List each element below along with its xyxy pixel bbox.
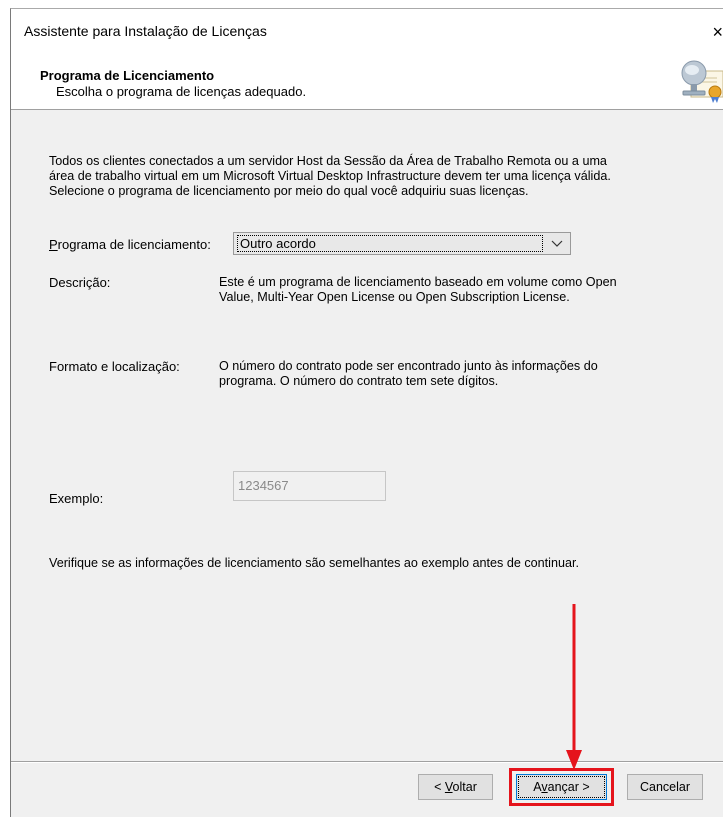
description-text: Este é um programa de licenciamento base… bbox=[219, 275, 617, 304]
highlight-box bbox=[509, 768, 614, 806]
format-text: O número do contrato pode ser encontrado… bbox=[219, 359, 598, 388]
title-bar: Assistente para Instalação de Licenças × bbox=[11, 9, 723, 51]
licensing-program-dropdown[interactable]: Outro acordo bbox=[233, 232, 571, 255]
page-subtitle: Escolha o programa de licenças adequado. bbox=[56, 84, 307, 99]
wizard-content: Todos os clientes conectados a um servid… bbox=[11, 110, 723, 817]
back-button-label: oltar bbox=[452, 780, 477, 794]
example-label: Exemplo: bbox=[49, 491, 104, 506]
cancel-button[interactable]: Cancelar bbox=[627, 774, 703, 800]
program-label: Programa de licenciamento: bbox=[49, 237, 211, 252]
wizard-header: Programa de Licenciamento Escolha o prog… bbox=[11, 51, 723, 110]
back-button-prefix: < bbox=[434, 780, 445, 794]
back-button[interactable]: < Voltar bbox=[418, 774, 493, 800]
description-label: Descrição: bbox=[49, 275, 111, 290]
red-arrow-icon bbox=[566, 604, 582, 770]
wizard-window: Assistente para Instalação de Licenças ×… bbox=[10, 8, 723, 817]
certificate-icon bbox=[681, 60, 723, 103]
program-label-accesskey: P bbox=[49, 237, 58, 252]
licensing-program-selected: Outro acordo bbox=[237, 235, 543, 252]
close-icon[interactable]: × bbox=[705, 15, 723, 49]
example-field: 1234567 bbox=[233, 471, 386, 501]
format-label: Formato e localização: bbox=[49, 359, 180, 374]
chevron-down-icon bbox=[551, 240, 563, 247]
window-title: Assistente para Instalação de Licenças bbox=[24, 23, 267, 39]
program-label-text: rograma de licenciamento: bbox=[57, 237, 211, 252]
page-title: Programa de Licenciamento bbox=[40, 68, 215, 83]
footer-divider bbox=[11, 761, 723, 763]
verify-text: Verifique se as informações de licenciam… bbox=[49, 556, 579, 570]
intro-text: Todos os clientes conectados a um servid… bbox=[49, 154, 611, 198]
back-button-accesskey: V bbox=[444, 780, 453, 794]
